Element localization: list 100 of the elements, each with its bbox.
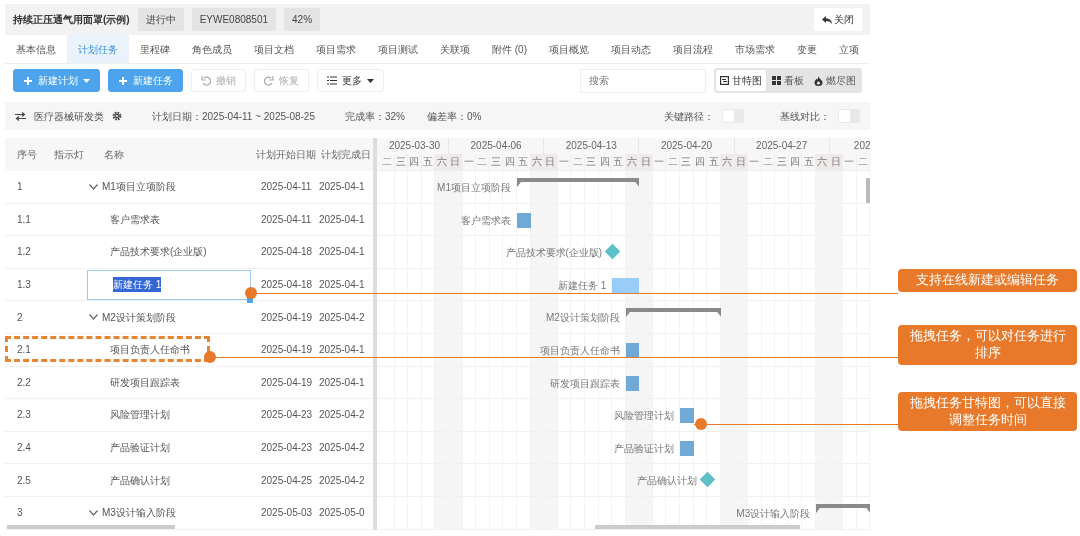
weekday-label: 四 bbox=[503, 154, 517, 170]
task-name: 产品确认计划 bbox=[110, 473, 170, 488]
date-cell-text: 2025-04-2 bbox=[319, 473, 366, 488]
task-bar[interactable] bbox=[612, 277, 640, 293]
weekday-label: 六 bbox=[435, 154, 449, 170]
week-label: 202 bbox=[852, 139, 870, 153]
column-header: 指示灯 bbox=[53, 148, 85, 162]
date-cell-text: 2025-04-18 bbox=[260, 245, 314, 260]
row-number: 1.2 bbox=[16, 245, 32, 260]
tab[interactable]: 项目流程 bbox=[662, 35, 724, 63]
row-number: 3 bbox=[16, 506, 24, 521]
date-cell-text: 2025-04-25 bbox=[260, 473, 314, 488]
weekday-label: 五 bbox=[612, 154, 626, 170]
chevron-icon[interactable] bbox=[89, 183, 98, 190]
category-label: 医疗器械研发类 bbox=[34, 109, 104, 124]
tab[interactable]: 基本信息 bbox=[5, 35, 67, 63]
date-cell-text: 2025-04-1 bbox=[319, 278, 366, 293]
completion-text: 完成率：32% bbox=[344, 109, 405, 124]
tab[interactable]: 里程碑 bbox=[129, 35, 181, 63]
weekday-label: 日 bbox=[734, 154, 749, 170]
date-cell-text: 2025-04-2 bbox=[319, 441, 366, 456]
settings-icon bbox=[112, 111, 122, 121]
tab[interactable]: 附件 (0) bbox=[481, 35, 538, 63]
row-number: 1.3 bbox=[16, 278, 32, 293]
weekday-label: 一 bbox=[843, 154, 857, 170]
flame-icon bbox=[814, 75, 823, 86]
anchor-dot bbox=[204, 350, 216, 363]
bar-label: 研发项目跟踪表 bbox=[549, 376, 620, 391]
weekday-label: 一 bbox=[462, 154, 477, 170]
date-cell-text: 2025-04-18 bbox=[260, 278, 314, 293]
scrollbar-thumb[interactable] bbox=[7, 524, 175, 529]
close-button[interactable]: 关闭 bbox=[813, 8, 862, 31]
date-cell-text: 2025-04-1 bbox=[319, 180, 366, 195]
more-button[interactable]: 更多 bbox=[317, 69, 384, 92]
tab[interactable]: 项目测试 bbox=[367, 35, 429, 63]
tab[interactable]: 项目概览 bbox=[538, 35, 600, 63]
view-tab[interactable]: 看板 bbox=[768, 70, 808, 91]
task-name: 产品验证计划 bbox=[110, 441, 170, 456]
column-header: 计划开始日期 bbox=[255, 148, 317, 162]
tab[interactable]: 项目需求 bbox=[305, 35, 367, 63]
status-tag: 进行中 bbox=[137, 8, 184, 31]
task-bar[interactable] bbox=[680, 408, 694, 424]
tab[interactable]: 市场需求 bbox=[724, 35, 786, 63]
tab[interactable]: 角色成员 bbox=[181, 35, 243, 63]
tab[interactable]: 关联项 bbox=[429, 35, 481, 63]
bar-label: M2设计策划阶段 bbox=[545, 311, 620, 326]
weekday-label: 四 bbox=[408, 154, 422, 170]
tab[interactable]: 项目文档 bbox=[243, 35, 305, 63]
weekday-label: 四 bbox=[693, 154, 708, 170]
input-field[interactable]: 新建任务 1 bbox=[87, 269, 251, 300]
weekday-label: 四 bbox=[598, 154, 613, 170]
view-tab[interactable]: 甘特图 bbox=[716, 70, 766, 91]
redo-icon bbox=[264, 75, 274, 86]
bar-label: M1项目立项阶段 bbox=[437, 181, 511, 195]
row-number: 2.1 bbox=[16, 343, 32, 358]
date-cell-text: 2025-04-19 bbox=[260, 375, 314, 390]
caret-icon bbox=[83, 78, 90, 83]
weekday-label: 二 bbox=[381, 154, 395, 170]
task-name: 客户需求表 bbox=[110, 212, 160, 227]
date-cell-text: 2025-04-11 bbox=[260, 212, 313, 227]
row-number: 2 bbox=[16, 310, 24, 325]
view-tab[interactable]: 燃尽图 bbox=[810, 70, 860, 91]
swap-icon bbox=[15, 111, 26, 121]
task-name: 项目负责人任命书 bbox=[110, 343, 190, 358]
bar-label: 风险管理计划 bbox=[614, 409, 675, 424]
plus-icon bbox=[118, 75, 128, 86]
callout-box: 支持在线新建或编辑任务 bbox=[898, 269, 1077, 292]
weekday-label: 二 bbox=[476, 154, 490, 170]
date-cell-text: 2025-04-1 bbox=[319, 245, 366, 260]
date-cell-text: 2025-04-11 bbox=[260, 180, 313, 195]
plus-icon bbox=[23, 75, 33, 86]
tab[interactable]: 变更 bbox=[786, 35, 828, 63]
tab[interactable]: 项目动态 bbox=[600, 35, 662, 63]
weekday-label: 六 bbox=[816, 154, 830, 170]
search-field[interactable]: 搜索 bbox=[580, 68, 706, 93]
bar-label: 项目负责人任命书 bbox=[539, 343, 620, 358]
weekday-label: 三 bbox=[775, 154, 789, 170]
scrollbar-thumb[interactable] bbox=[595, 524, 800, 529]
anchor-dot bbox=[694, 417, 707, 430]
chevron-icon[interactable] bbox=[89, 314, 98, 321]
weekday-label: 二 bbox=[666, 154, 681, 170]
weekday-label: 一 bbox=[557, 154, 572, 170]
task-name: 风险管理计划 bbox=[110, 408, 170, 423]
tab[interactable]: 立项 bbox=[828, 35, 870, 63]
date-cell-text: 2025-04-1 bbox=[319, 375, 366, 390]
weekday-label: 三 bbox=[680, 154, 694, 170]
scrollbar-thumb[interactable] bbox=[866, 178, 870, 203]
weekday-label: 三 bbox=[394, 154, 409, 170]
row-number: 2.5 bbox=[16, 473, 32, 488]
weekday-label: 二 bbox=[856, 154, 870, 170]
row-number: 2.4 bbox=[16, 441, 32, 456]
task-bar[interactable] bbox=[517, 212, 531, 228]
task-name: 研发项目跟踪表 bbox=[110, 375, 180, 390]
column-header: 计划完成日 bbox=[321, 148, 372, 162]
chevron-icon[interactable] bbox=[89, 509, 98, 516]
status-tag: EYWE0808501 bbox=[191, 8, 277, 31]
callout-box: 拖拽任务甘特图，可以直接调整任务时间 bbox=[898, 391, 1077, 432]
task-bar[interactable] bbox=[680, 440, 694, 456]
toggle-label: 关键路径： bbox=[664, 109, 714, 124]
gantt-icon bbox=[720, 76, 729, 85]
